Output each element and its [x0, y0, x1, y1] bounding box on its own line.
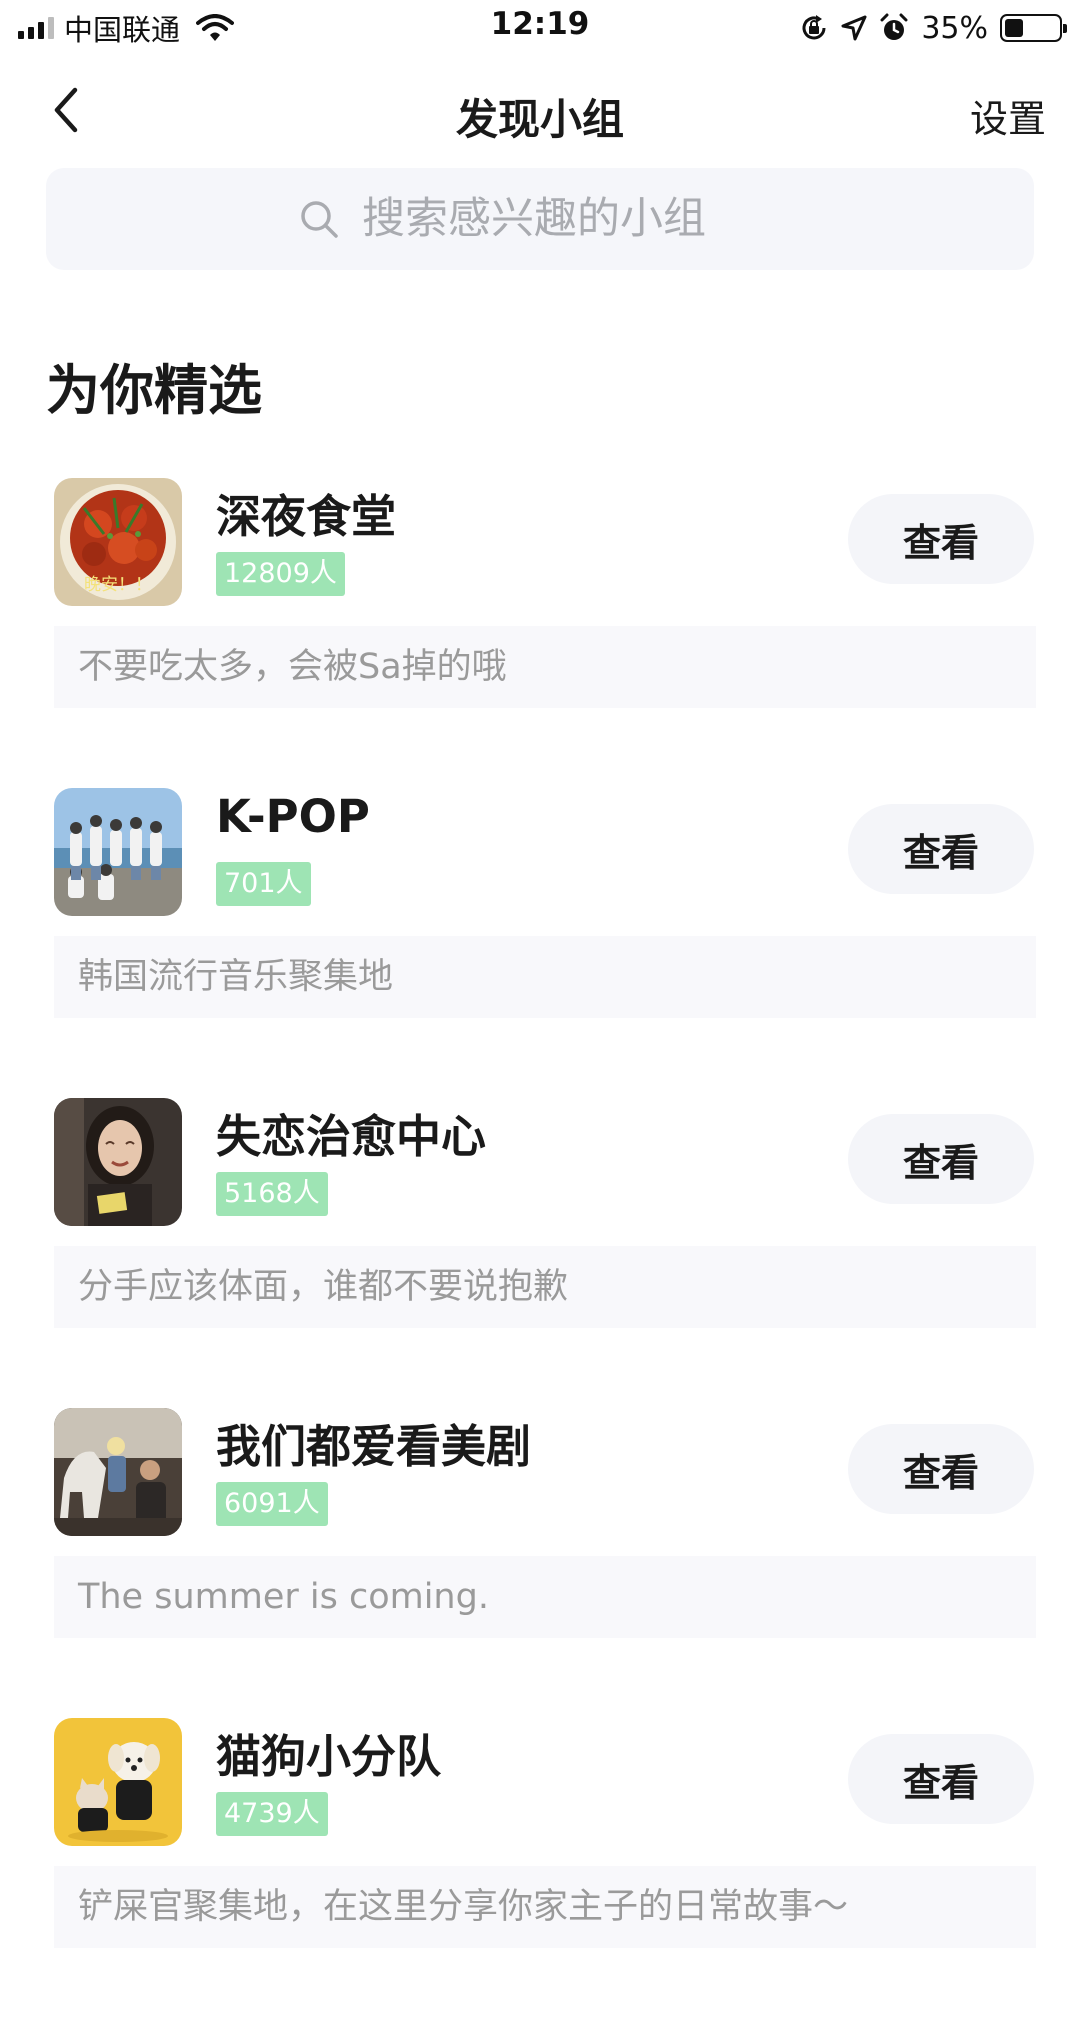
group-name: 猫狗小分队 [216, 1730, 442, 1783]
member-count-badge: 6091人 [216, 1482, 328, 1526]
page-title: 发现小组 [455, 95, 624, 144]
group-description: 韩国流行音乐聚集地 [54, 936, 1036, 1018]
battery-icon [1000, 14, 1067, 42]
section-title: 为你精选 [46, 359, 262, 422]
group-list: 晚安！！ 深夜食堂 12809人 查看 不要吃太多，会被Sa掉的哦 K-POP … [0, 468, 1080, 2018]
battery-fill [1005, 19, 1023, 37]
search-input[interactable] [362, 194, 782, 244]
group-item[interactable]: K-POP 701人 查看 韩国流行音乐聚集地 [0, 778, 1080, 1088]
alarm-icon [880, 13, 908, 40]
crayfish-dish-image: 晚安！！ [54, 478, 182, 606]
group-avatar-pets[interactable] [54, 1718, 182, 1846]
group-item[interactable]: 我们都爱看美剧 6091人 查看 The summer is coming. [0, 1398, 1080, 1708]
nav-bar: 发现小组 设置 [0, 70, 1080, 150]
group-avatar-heartbreak[interactable] [54, 1098, 182, 1226]
group-name: 深夜食堂 [216, 490, 397, 543]
group-avatar-crayfish[interactable]: 晚安！！ [54, 478, 182, 606]
search-icon [301, 201, 338, 238]
location-arrow-icon [841, 15, 867, 41]
group-description: 分手应该体面，谁都不要说抱歉 [54, 1246, 1036, 1328]
member-count-badge: 12809人 [216, 552, 345, 596]
group-name: 失恋治愈中心 [216, 1110, 487, 1163]
group-description: The summer is coming. [54, 1556, 1036, 1638]
view-button[interactable]: 查看 [848, 804, 1034, 894]
battery-percent: 35% [921, 10, 988, 46]
member-count-badge: 5168人 [216, 1172, 328, 1216]
view-button[interactable]: 查看 [848, 1734, 1034, 1824]
band-photo-image [54, 788, 182, 916]
member-count-badge: 701人 [216, 862, 311, 906]
group-description: 铲屎官聚集地，在这里分享你家主子的日常故事～ [54, 1866, 1036, 1948]
settings-button[interactable]: 设置 [970, 88, 1046, 143]
avatar-caption: 晚安！！ [84, 575, 152, 595]
group-item[interactable]: 晚安！！ 深夜食堂 12809人 查看 不要吃太多，会被Sa掉的哦 [0, 468, 1080, 778]
crying-girl-image [54, 1098, 182, 1226]
cat-and-dog-image [54, 1718, 182, 1846]
member-count-badge: 4739人 [216, 1792, 328, 1836]
group-name: K-POP [216, 790, 370, 843]
group-description: 不要吃太多，会被Sa掉的哦 [54, 626, 1036, 708]
group-name: 我们都爱看美剧 [216, 1420, 532, 1473]
view-button[interactable]: 查看 [848, 1424, 1034, 1514]
group-avatar-us-tv[interactable] [54, 1408, 182, 1536]
status-bar-right: 35% [799, 8, 1067, 48]
group-item[interactable]: 失恋治愈中心 5168人 查看 分手应该体面，谁都不要说抱歉 [0, 1088, 1080, 1398]
group-item[interactable]: 猫狗小分队 4739人 查看 铲屎官聚集地，在这里分享你家主子的日常故事～ [0, 1708, 1080, 2018]
view-button[interactable]: 查看 [848, 1114, 1034, 1204]
status-bar: 中国联通 12:19 35% [0, 0, 1080, 54]
search-bar[interactable] [46, 168, 1034, 270]
view-button[interactable]: 查看 [848, 494, 1034, 584]
rotation-lock-icon [802, 15, 826, 40]
group-avatar-kpop[interactable] [54, 788, 182, 916]
tv-drama-scene-image [54, 1408, 182, 1536]
